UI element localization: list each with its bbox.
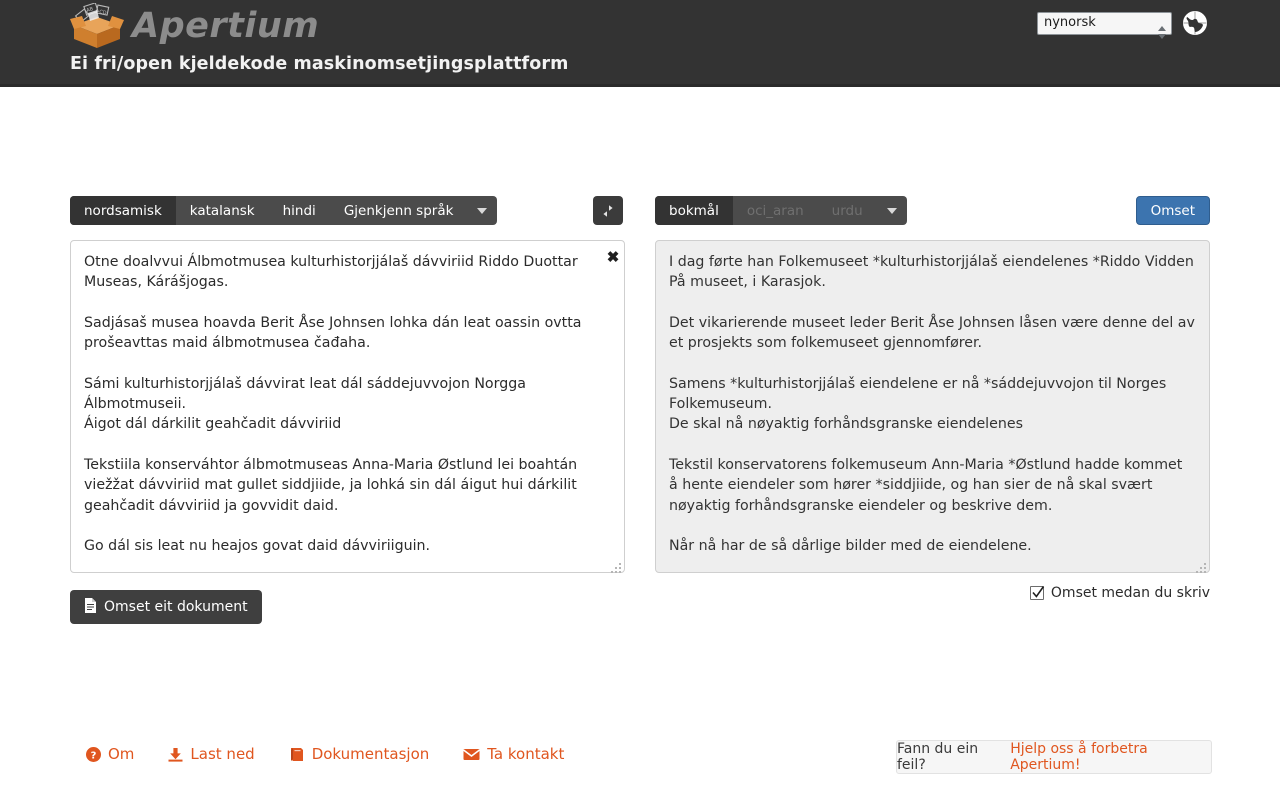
check-icon	[1032, 586, 1045, 598]
feedback-link[interactable]: Hjelp oss å forbetra Apertium!	[1010, 741, 1211, 773]
svg-text:CD: CD	[99, 9, 108, 16]
download-icon	[168, 747, 183, 762]
footer-link-download[interactable]: Last ned	[168, 745, 255, 763]
footer-link-documentation[interactable]: Dokumentasjon	[289, 745, 430, 763]
footer-links: ? Om Last ned Dokumentasjon Ta kontakt	[86, 745, 564, 763]
live-translate-group[interactable]: Omset medan du skriv	[1029, 585, 1210, 601]
live-translate-checkbox[interactable]	[1029, 586, 1045, 600]
live-translate-label: Omset medan du skriv	[1050, 585, 1210, 601]
swap-horizontal-icon	[601, 204, 615, 217]
interface-language-group: nynorsk	[1037, 10, 1208, 39]
chevron-down-icon	[886, 207, 897, 214]
source-tab-nordsamisk[interactable]: nordsamisk	[70, 196, 176, 225]
logo-and-brand: AB CD Apertium	[68, 2, 319, 50]
target-tab-oci-aran[interactable]: oci_aran	[733, 196, 818, 225]
target-tab-bokmal[interactable]: bokmål	[655, 196, 733, 225]
chevron-down-icon	[477, 207, 488, 214]
feedback-box: Fann du ein feil? Hjelp oss å forbetra A…	[896, 740, 1212, 774]
file-icon	[84, 597, 97, 617]
apertium-box-logo-icon: AB CD	[68, 2, 126, 49]
feedback-prompt: Fann du ein feil?	[897, 741, 979, 773]
translate-document-label: Omset eit dokument	[104, 599, 248, 615]
source-language-tabs: nordsamisk katalansk hindi Gjenkjenn spr…	[70, 196, 498, 225]
source-tab-hindi[interactable]: hindi	[269, 196, 330, 225]
footer-link-download-label: Last ned	[190, 745, 255, 763]
question-circle-icon: ?	[86, 746, 101, 762]
translate-document-button[interactable]: Omset eit dokument	[70, 590, 262, 624]
footer-link-about-label: Om	[108, 745, 135, 763]
footer-link-contact[interactable]: Ta kontakt	[463, 745, 564, 763]
svg-text:?: ?	[91, 750, 97, 761]
source-textarea[interactable]: Otne doalvvui Álbmotmusea kulturhistorjj…	[70, 240, 625, 573]
site-header: AB CD Apertium Ei fri/open kjeldekode ma…	[0, 0, 1280, 87]
translate-button[interactable]: Omset	[1135, 196, 1210, 225]
footer-link-about[interactable]: ? Om	[86, 745, 134, 763]
brand-title: Apertium	[132, 6, 320, 46]
target-language-dropdown-toggle[interactable]	[877, 196, 907, 225]
source-tab-katalansk[interactable]: katalansk	[176, 196, 269, 225]
footer-link-documentation-label: Dokumentasjon	[311, 745, 430, 763]
target-tab-urdu[interactable]: urdu	[818, 196, 877, 225]
globe-icon[interactable]	[1182, 10, 1208, 36]
footer-link-contact-label: Ta kontakt	[487, 745, 565, 763]
clear-source-button[interactable]: ✖	[604, 248, 622, 266]
swap-languages-button[interactable]	[593, 196, 623, 225]
source-tab-detect-language[interactable]: Gjenkjenn språk	[330, 196, 468, 225]
target-language-tabs: bokmål oci_aran urdu	[655, 196, 907, 225]
envelope-icon	[463, 748, 481, 761]
book-icon	[289, 747, 305, 762]
source-language-dropdown-toggle[interactable]	[467, 196, 497, 225]
header-inner: AB CD Apertium Ei fri/open kjeldekode ma…	[0, 0, 1280, 84]
target-textarea[interactable]: I dag førte han Folkemuseet *kulturhisto…	[655, 240, 1210, 573]
site-tagline: Ei fri/open kjeldekode maskinomsetjingsp…	[70, 54, 569, 74]
interface-language-select[interactable]: nynorsk	[1037, 11, 1172, 35]
